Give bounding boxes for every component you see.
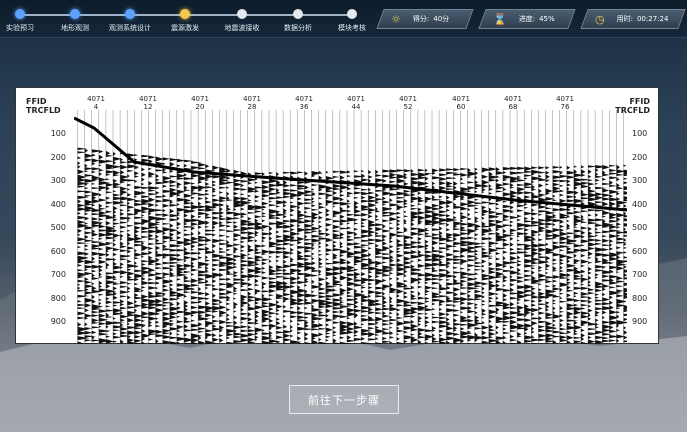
time-panel: ◷ 用时: 00:27:24 — [580, 9, 686, 29]
score-label: 得分: — [412, 15, 430, 23]
time-tick-left: 900 — [50, 317, 66, 326]
seismic-record-panel: FFID TRCFLD FFID TRCFLD 4071 4 4071 12 4071 2… — [15, 87, 659, 344]
time-value: 00:27:24 — [636, 15, 669, 23]
time-tick-left: 400 — [50, 199, 66, 209]
left-header-ffid: FFID — [26, 97, 47, 106]
column-ffid: 4071 — [295, 95, 313, 103]
time-tick-left: 100 — [50, 129, 66, 138]
step-item[interactable]: 地形观测 — [45, 9, 105, 33]
trace-column-header: 4071 28 — [237, 95, 267, 111]
step-label: 地形观测 — [61, 24, 89, 32]
step-dot — [293, 9, 303, 19]
time-tick-right: 400 — [632, 199, 648, 209]
time-tick-left: 800 — [50, 293, 66, 303]
column-ffid: 4071 — [243, 95, 261, 103]
time-tick-left: 200 — [50, 152, 66, 162]
step-label: 地震波接收 — [224, 24, 260, 32]
step-item[interactable]: 观测系统设计 — [100, 9, 160, 33]
wiggle-fill — [77, 147, 627, 344]
time-tick-right: 300 — [632, 176, 648, 185]
person-score-icon: ☼ — [391, 12, 401, 26]
trace-column-header: 4071 60 — [446, 95, 476, 111]
right-header-ffid: FFID — [629, 97, 650, 106]
time-tick-right: 700 — [632, 270, 648, 279]
time-tick-left: 300 — [50, 176, 66, 185]
time-tick-left: 700 — [50, 270, 66, 279]
top-bar: 实验预习 地形观测 观测系统设计 震源激发 地震波接收 数据分析 模块考核 ☼ 得分: 40… — [0, 0, 687, 38]
time-tick-right: 900 — [632, 317, 648, 326]
column-ffid: 4071 — [504, 95, 522, 103]
column-ffid: 4071 — [556, 95, 574, 103]
column-ffid: 4071 — [191, 95, 209, 103]
step-label: 震源激发 — [171, 24, 199, 32]
step-item[interactable]: 震源激发 — [155, 9, 215, 33]
progress-label: 进度: — [518, 15, 536, 23]
step-label: 模块考核 — [338, 24, 366, 32]
trace-column-header: 4071 12 — [133, 95, 163, 111]
step-item[interactable]: 模块考核 — [322, 9, 382, 33]
step-label: 观测系统设计 — [109, 24, 151, 32]
progress-value: 45% — [539, 15, 555, 23]
column-ffid: 4071 — [347, 95, 365, 103]
trace-column-header: 4071 4 — [81, 95, 111, 111]
time-label: 用时: — [616, 15, 633, 23]
column-ffid: 4071 — [87, 95, 105, 103]
trace-column-header: 4071 68 — [498, 95, 528, 111]
step-dot — [125, 9, 135, 19]
progress-panel: ⌛ 进度: 45% — [478, 9, 576, 29]
time-tick-right: 500 — [632, 223, 648, 232]
seismic-trace-plot — [74, 110, 627, 344]
column-ffid: 4071 — [139, 95, 157, 103]
trace-column-header: 4071 20 — [185, 95, 215, 111]
next-step-button[interactable]: 前往下一步骤 — [289, 385, 399, 414]
step-dot — [180, 9, 190, 19]
score-panel: ☼ 得分: 40分 — [376, 9, 474, 29]
step-label: 实验预习 — [6, 24, 34, 32]
hourglass-icon: ⌛ — [493, 12, 507, 26]
step-dot — [347, 9, 357, 19]
left-header: FFID TRCFLD — [26, 97, 61, 115]
time-tick-left: 600 — [50, 246, 66, 256]
step-item[interactable]: 地震波接收 — [212, 9, 272, 33]
column-ffid: 4071 — [452, 95, 470, 103]
step-dot — [15, 9, 25, 19]
clock-icon: ◷ — [595, 12, 605, 26]
trace-column-header: 4071 36 — [289, 95, 319, 111]
step-label: 数据分析 — [284, 24, 312, 32]
trace-column-header: 4071 52 — [393, 95, 423, 111]
score-value: 40分 — [433, 15, 450, 23]
time-tick-right: 800 — [632, 293, 648, 303]
step-item[interactable]: 实验预习 — [0, 9, 50, 33]
column-ffid: 4071 — [399, 95, 417, 103]
trace-column-header: 4071 44 — [341, 95, 371, 111]
step-dot — [237, 9, 247, 19]
step-item[interactable]: 数据分析 — [268, 9, 328, 33]
time-tick-right: 100 — [632, 129, 648, 138]
time-tick-left: 500 — [50, 223, 66, 232]
time-tick-right: 600 — [632, 246, 648, 256]
trace-column-header: 4071 76 — [550, 95, 580, 111]
time-tick-right: 200 — [632, 152, 648, 162]
step-dot — [70, 9, 80, 19]
left-header-trcfld: TRCFLD — [26, 106, 61, 115]
